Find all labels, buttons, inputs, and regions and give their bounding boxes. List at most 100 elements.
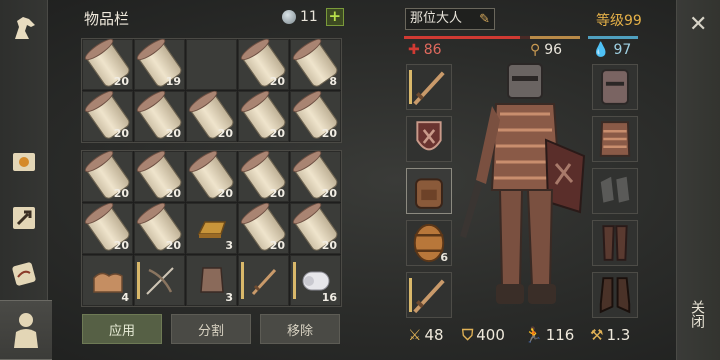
inventory-slot[interactable] [238,255,289,306]
sword-icon [407,279,451,321]
item-count: 20 [269,239,285,252]
equipment-slot[interactable] [592,64,638,110]
running-icon: 🏃 [524,326,543,344]
item-count: 20 [165,127,181,140]
item-count: 20 [217,187,233,200]
inventory-grid-bottom: 20 20 20 20 20 20 20 3 20 20 4 3 16 [81,150,342,307]
attack-stat: ⚔ 48 [408,326,444,344]
character-icon[interactable] [0,300,52,360]
journal-icon[interactable] [4,142,44,182]
equipment-slot[interactable] [592,272,638,318]
equipment-slot[interactable]: 6 [406,220,452,266]
item-count: 16 [321,291,337,304]
inventory-slot[interactable]: 20 [238,91,289,142]
item-count: 3 [225,239,233,252]
equipment-slot[interactable] [592,168,638,214]
item-count: 19 [165,75,181,88]
inventory-slot[interactable] [134,255,185,306]
inventory-slot[interactable]: 20 [134,91,185,142]
equipment-slot[interactable] [406,272,452,318]
inventory-slot[interactable]: 20 [134,151,185,202]
item-count: 6 [440,251,448,264]
crafting-icon[interactable] [4,198,44,238]
equipment-slot[interactable] [592,116,638,162]
apply-button[interactable]: 应用 [82,314,162,344]
item-count: 20 [321,127,337,140]
inventory-slot[interactable]: 20 [238,39,289,90]
add-slots-button[interactable]: + [325,8,344,26]
gloves-icon [593,176,637,217]
close-icon[interactable]: ✕ [689,12,707,37]
shield-stat-icon: ⛉ [462,326,474,344]
item-count: 20 [321,187,337,200]
inventory-slot[interactable] [186,39,237,90]
health-value: 86 [423,42,442,58]
food-bar [530,36,580,39]
map-scroll-icon[interactable] [4,254,44,294]
inventory-slot[interactable]: 20 [134,203,185,254]
inventory-slot[interactable]: 8 [290,39,341,90]
item-count: 20 [113,127,129,140]
inventory-slot[interactable]: 20 [290,91,341,142]
inventory-slot[interactable]: 3 [186,203,237,254]
armor-value: 400 [476,326,505,344]
split-button[interactable]: 分割 [171,314,251,344]
equipment-slot[interactable] [406,116,452,162]
item-count: 20 [113,187,129,200]
health-stat: ✚ 86 [408,42,442,58]
water-drop-icon: 💧 [592,42,610,58]
slots-free-value: 11 [300,9,318,25]
item-count: 20 [113,239,129,252]
equipment-slot[interactable] [592,220,638,266]
equipment-slot[interactable] [406,64,452,110]
damage-multiplier-stat: ⚒ 1.3 [590,326,630,344]
item-count: 20 [165,239,181,252]
multiplier-icon: ⚒ [590,326,604,344]
inventory-slot[interactable]: 20 [82,151,133,202]
character-name-field[interactable]: 那位大人 ✎ [405,8,495,30]
water-value: 97 [613,42,632,58]
equipment-slot[interactable] [406,168,452,214]
inventory-slot[interactable]: 20 [238,203,289,254]
inventory-slot[interactable]: 20 [238,151,289,202]
horse-icon[interactable] [4,8,44,48]
item-count: 20 [113,75,129,88]
boots-icon [593,277,637,321]
close-panel[interactable]: ✕ 关闭 [676,0,720,360]
speed-stat: 🏃 116 [524,326,574,344]
water-bar [588,36,638,39]
inventory-title: 物品栏 [84,10,130,28]
remove-button[interactable]: 移除 [260,314,340,344]
food-drumstick-icon: ⚲ [530,42,541,58]
inventory-slot[interactable]: 20 [290,203,341,254]
helmet-icon [593,69,637,113]
inventory-grid-top: 20 19 20 8 20 20 20 20 20 [81,38,342,143]
inventory-slot[interactable]: 3 [186,255,237,306]
item-count: 20 [217,127,233,140]
item-count: 20 [321,239,337,252]
speed-value: 116 [545,326,575,344]
item-count: 20 [269,75,285,88]
health-cross-icon: ✚ [408,42,420,58]
item-count: 4 [121,291,129,304]
durability-bar [409,278,412,312]
inventory-slot[interactable]: 20 [186,91,237,142]
food-value: 96 [544,42,563,58]
inventory-slot[interactable]: 4 [82,255,133,306]
item-count: 8 [329,75,337,88]
damage-multiplier-value: 1.3 [606,326,631,344]
edit-feather-icon[interactable]: ✎ [479,10,490,30]
inventory-slot[interactable]: 20 [82,39,133,90]
water-stat: 💧 97 [592,42,631,58]
inventory-slot[interactable]: 16 [290,255,341,306]
level-label: 等级99 [596,13,642,29]
item-count: 3 [225,291,233,304]
inventory-slot[interactable]: 20 [186,151,237,202]
sword-stat-icon: ⚔ [408,326,422,344]
inventory-slot[interactable]: 20 [82,91,133,142]
inventory-slot[interactable]: 20 [290,151,341,202]
chest-armor-icon [593,121,637,165]
inventory-slot[interactable]: 20 [82,203,133,254]
health-bar [404,36,520,39]
inventory-slot[interactable]: 19 [134,39,185,90]
